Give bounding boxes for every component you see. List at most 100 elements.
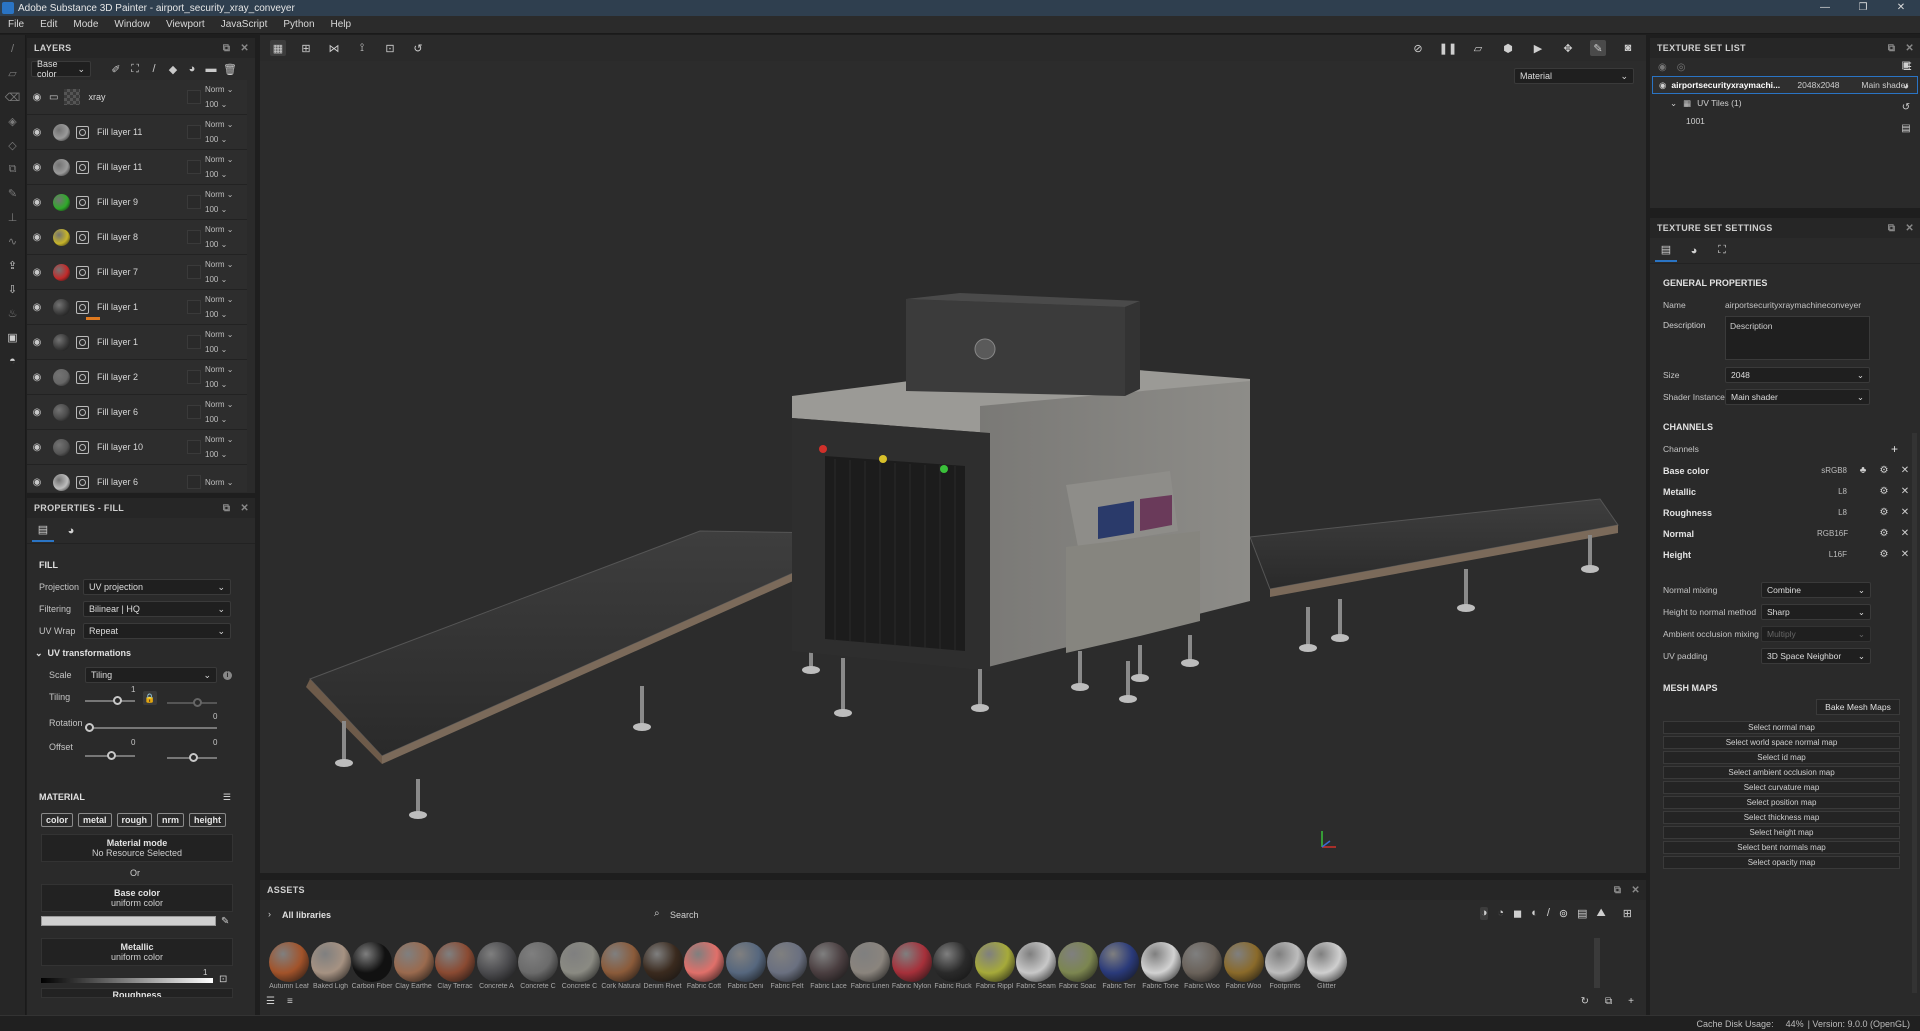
export-icon[interactable]: ⇪: [5, 257, 21, 273]
asset-item[interactable]: Fabric Terr: [1096, 942, 1142, 990]
close-icon[interactable]: ✕: [1631, 885, 1640, 896]
menu-mode[interactable]: Mode: [73, 19, 98, 30]
screenshot-icon[interactable]: ◙: [1620, 40, 1636, 56]
rotation-value[interactable]: 0: [213, 712, 217, 721]
paint-brush-icon[interactable]: /: [5, 41, 21, 57]
eye-off-icon[interactable]: ◎: [1677, 62, 1686, 73]
opacity-value[interactable]: 100: [205, 135, 218, 144]
tiling-slider-2[interactable]: [167, 698, 217, 707]
offset-y-handle[interactable]: [189, 753, 198, 762]
asset-item[interactable]: Clay Earthe: [391, 942, 437, 990]
layer-row[interactable]: ◉ Fill layer 6 Norm ⌄ 100 ⌄: [27, 395, 247, 430]
chevron-right-icon[interactable]: ›: [268, 909, 271, 919]
history-dock-icon[interactable]: ↺: [1902, 102, 1910, 113]
channel-settings-icon[interactable]: ⚙: [1878, 486, 1890, 497]
3d-view-icon[interactable]: ⬢: [1500, 40, 1516, 56]
opacity-value[interactable]: 100: [205, 380, 218, 389]
eyedropper-icon[interactable]: ✎: [221, 916, 229, 927]
chip-nrm[interactable]: nrm: [157, 813, 185, 827]
blend-mode[interactable]: Norm: [205, 155, 225, 164]
float-icon[interactable]: ⧉: [1888, 223, 1895, 234]
bake-icon[interactable]: ♨: [5, 305, 21, 321]
add-paint-layer-icon[interactable]: /: [147, 62, 161, 76]
shader-tab-icon[interactable]: ◕: [1683, 240, 1705, 262]
asset-item[interactable]: Carbon Fiber: [349, 942, 395, 990]
uv-padding-select[interactable]: 3D Space Neighbor ⌄: [1761, 648, 1871, 664]
layer-row[interactable]: ◉ Fill layer 8 Norm ⌄ 100 ⌄: [27, 220, 247, 255]
hide-icon[interactable]: ⊘: [1410, 40, 1426, 56]
asset-item[interactable]: Concrete C: [557, 942, 603, 990]
chip-color[interactable]: color: [41, 813, 74, 827]
mask-icon[interactable]: [76, 230, 89, 244]
mesh-map-slot[interactable]: Select position map: [1663, 796, 1900, 809]
blend-mode[interactable]: Norm: [205, 295, 225, 304]
info-icon[interactable]: i: [223, 670, 232, 680]
viewport[interactable]: ▦ ⊞ ⋈ ⟟ ⊡ ↺ ⊘ ❚❚ ▱ ⬢ ▶ ✥ ✎ ◙ Material ⌄: [260, 35, 1646, 873]
pause-icon[interactable]: ❚❚: [1439, 40, 1457, 56]
asset-item[interactable]: Fabric Woo: [1179, 942, 1225, 990]
opacity-value[interactable]: 100: [205, 100, 218, 109]
split-view-icon[interactable]: ⊞: [298, 40, 314, 56]
float-icon[interactable]: ⧉: [1614, 885, 1621, 896]
tiling-slider-handle[interactable]: [113, 696, 122, 705]
refresh-icon[interactable]: ↻: [1581, 996, 1589, 1007]
channel-format[interactable]: sRGB8: [1817, 466, 1847, 475]
eye-icon[interactable]: ◉: [27, 197, 47, 208]
eye-icon[interactable]: ◉: [1658, 62, 1667, 73]
settings-tab-icon[interactable]: ▤: [1655, 240, 1677, 262]
layer-row[interactable]: ◉ Fill layer 7 Norm ⌄ 100 ⌄: [27, 255, 247, 290]
search-input[interactable]: Search: [670, 910, 970, 920]
eye-icon[interactable]: ◉: [27, 92, 47, 103]
asset-item[interactable]: Concrete C: [515, 942, 561, 990]
mesh-map-slot[interactable]: Select id map: [1663, 751, 1900, 764]
offset-x-value[interactable]: 0: [131, 738, 135, 747]
2d-view-icon[interactable]: ▱: [1470, 40, 1486, 56]
close-icon[interactable]: ✕: [1905, 43, 1914, 54]
mask-icon[interactable]: [76, 475, 89, 489]
clone-icon[interactable]: ⧉: [5, 161, 21, 177]
asset-item[interactable]: Fabric Ruck: [930, 942, 976, 990]
fill-settings-tab-icon[interactable]: ▤: [32, 520, 54, 542]
asset-item[interactable]: Fabric Nylon: [889, 942, 935, 990]
offset-y-slider[interactable]: [167, 753, 217, 762]
mesh-map-slot[interactable]: Select bent normals map: [1663, 841, 1900, 854]
asset-item[interactable]: Fabric Felt: [764, 942, 810, 990]
asset-item[interactable]: Fabric Deni: [723, 942, 769, 990]
settings-scrollbar[interactable]: [1912, 433, 1917, 993]
add-mask-icon[interactable]: ⛶: [128, 62, 142, 76]
eye-icon[interactable]: ◉: [27, 442, 47, 453]
chip-metal[interactable]: metal: [78, 813, 112, 827]
channel-row[interactable]: Base color sRGB8 ♣ ⚙ ✕: [1650, 460, 1920, 481]
new-window-icon[interactable]: ⧉: [1605, 996, 1612, 1007]
blend-mode[interactable]: Norm: [205, 120, 225, 129]
menu-window[interactable]: Window: [114, 19, 150, 30]
projection-select[interactable]: UV projection ⌄: [83, 579, 231, 595]
align-icon[interactable]: ⟟: [354, 40, 370, 56]
asset-item[interactable]: Fabric Lace: [806, 942, 852, 990]
rotation-slider[interactable]: [85, 723, 217, 732]
tiling-slider-2-handle[interactable]: [193, 698, 202, 707]
fit-icon[interactable]: ⊡: [382, 40, 398, 56]
normal-mixing-select[interactable]: Combine ⌄: [1761, 582, 1871, 598]
layer-row[interactable]: ◉ Fill layer 9 Norm ⌄ 100 ⌄: [27, 185, 247, 220]
blend-mode[interactable]: Norm: [205, 478, 225, 487]
menu-file[interactable]: File: [8, 19, 24, 30]
offset-y-value[interactable]: 0: [213, 738, 217, 747]
symmetry-icon[interactable]: ⋈: [326, 40, 342, 56]
channel-settings-icon[interactable]: ⚙: [1878, 507, 1890, 518]
eraser-icon[interactable]: ▱: [5, 65, 21, 81]
opacity-value[interactable]: 100: [205, 205, 218, 214]
uv-tiles-row[interactable]: ⌄ ▦ UV Tiles (1): [1650, 94, 1920, 112]
eye-icon[interactable]: ◉: [27, 477, 47, 488]
mask-icon[interactable]: [76, 125, 89, 139]
mask-icon[interactable]: [76, 300, 89, 314]
layer-row[interactable]: ◉ Fill layer 1 Norm ⌄ 100 ⌄: [27, 290, 247, 325]
asset-item[interactable]: Autumn Leaf: [266, 942, 312, 990]
asset-item[interactable]: Fabric Seam: [1013, 942, 1059, 990]
channel-row[interactable]: Roughness L8 ⚙ ✕: [1650, 502, 1920, 523]
h2n-select[interactable]: Sharp ⌄: [1761, 604, 1871, 620]
lock-icon[interactable]: 🔒: [143, 691, 157, 705]
asset-item[interactable]: Footprints: [1262, 942, 1308, 990]
blend-mode[interactable]: Norm: [205, 260, 225, 269]
rotation-slider-handle[interactable]: [85, 723, 94, 732]
